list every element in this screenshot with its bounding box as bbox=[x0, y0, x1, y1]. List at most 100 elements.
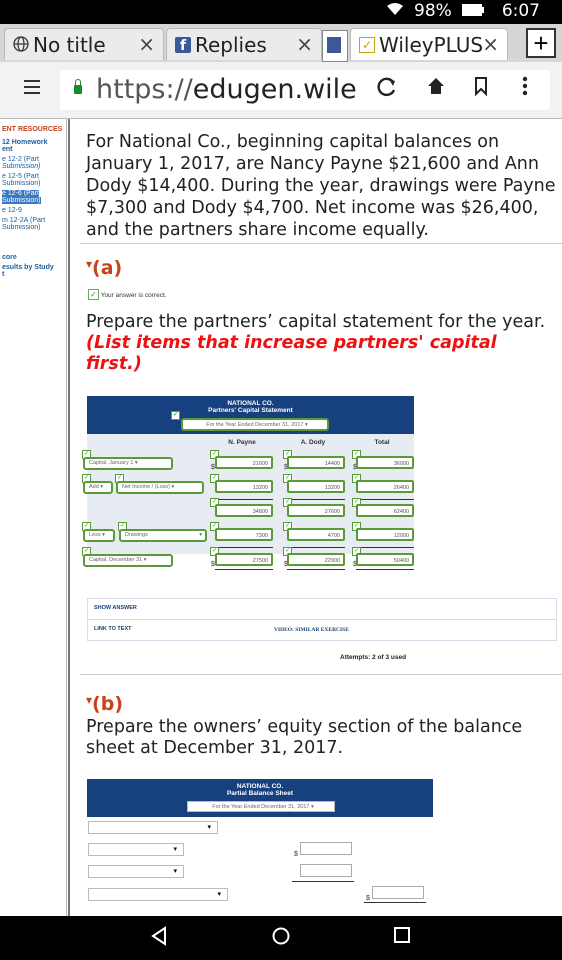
underline bbox=[356, 547, 414, 548]
link-to-text-button[interactable]: LINK TO TEXT bbox=[94, 626, 131, 632]
nav-item-e12-2[interactable]: e 12-2 (Part bbox=[2, 156, 39, 163]
dody-drawings-input[interactable]: 4700 bbox=[287, 528, 345, 541]
total-capital-jan1-input[interactable]: 36000 bbox=[356, 456, 414, 469]
company-name: NATIONAL CO. bbox=[227, 400, 274, 407]
total-subtotal-input[interactable]: 62400 bbox=[356, 504, 414, 517]
tab-label: WileyPLUS bbox=[379, 32, 484, 57]
video-similar-exercise-button[interactable]: VIDEO: SIMILAR EXERCISE bbox=[274, 627, 349, 633]
double-underline bbox=[356, 569, 414, 570]
facebook-icon: f bbox=[175, 36, 191, 54]
nav-item-e12-2-sub[interactable]: Submission) bbox=[2, 163, 41, 170]
tab-stack[interactable] bbox=[322, 30, 348, 62]
net-income-select[interactable]: Net Income / (Loss) ▾ bbox=[116, 481, 204, 494]
part-a-instruction: (List items that increase partners' capi… bbox=[86, 333, 497, 374]
payne-subtotal-input[interactable]: 34800 bbox=[215, 504, 273, 517]
home-circle-icon[interactable] bbox=[271, 926, 291, 951]
reload-icon[interactable] bbox=[376, 76, 398, 104]
problem-statement: For National Co., beginning capital bala… bbox=[86, 132, 556, 240]
underline bbox=[287, 499, 345, 500]
nav-item-e12-9[interactable]: e 12-9 bbox=[2, 207, 22, 214]
nav-item-e12-6-sub-active[interactable]: Submission) bbox=[2, 197, 41, 204]
back-icon[interactable] bbox=[150, 926, 168, 951]
show-answer-button[interactable]: SHOW ANSWER bbox=[94, 605, 137, 611]
balance-sheet-header: NATIONAL CO. Partial Balance Sheet For t… bbox=[87, 779, 433, 817]
tab-replies[interactable]: f Replies × bbox=[166, 28, 322, 60]
bookmark-icon[interactable] bbox=[474, 76, 488, 102]
dollar-sign: $ bbox=[366, 895, 370, 902]
divider bbox=[80, 674, 562, 675]
total-drawings-input[interactable]: 12000 bbox=[356, 528, 414, 541]
nav-item-results[interactable]: esults by Study bbox=[2, 264, 54, 271]
divider bbox=[80, 243, 562, 244]
column-header-payne: N. Payne bbox=[228, 439, 256, 446]
dody-capital-dec31-input[interactable]: 22900 bbox=[287, 553, 345, 566]
nav-item-e12-5[interactable]: e 12-5 (Part bbox=[2, 173, 39, 180]
total-net-income-input[interactable]: 26400 bbox=[356, 480, 414, 493]
battery-icon bbox=[461, 1, 484, 21]
capital-dec31-select[interactable]: Capital, December 31 ▾ bbox=[83, 554, 173, 567]
total-capital-dec31-input[interactable]: 50400 bbox=[356, 553, 414, 566]
part-b-prompt: Prepare the owners’ equity section of th… bbox=[86, 717, 523, 758]
part-a-prompt: Prepare the partners’ capital statement … bbox=[86, 312, 546, 374]
drawings-select[interactable]: Drawings ▾ bbox=[119, 529, 207, 542]
dody-subtotal-input[interactable]: 27600 bbox=[287, 504, 345, 517]
assignment-nav: ENT RESOURCES 12 Homework ent e 12-2 (Pa… bbox=[0, 119, 70, 916]
part-b-heading: ▾(b) bbox=[86, 693, 123, 715]
new-tab-button[interactable]: + bbox=[526, 28, 556, 58]
close-tab-icon[interactable]: × bbox=[296, 32, 313, 56]
url-text: https://edugen.wile bbox=[96, 74, 357, 105]
underline bbox=[364, 902, 426, 903]
url-field[interactable]: https://edugen.wile bbox=[60, 70, 550, 110]
column-header-dody: A. Dody bbox=[300, 439, 326, 446]
column-header-total: Total bbox=[374, 439, 390, 446]
line-item-select[interactable]: ▾ bbox=[88, 843, 184, 856]
close-tab-icon[interactable]: × bbox=[138, 32, 155, 56]
add-select[interactable]: Add ▾ bbox=[83, 481, 113, 494]
part-a-heading: ▾(a) bbox=[86, 257, 123, 279]
hamburger-menu-icon[interactable] bbox=[24, 80, 40, 98]
dollar-sign: $ bbox=[294, 851, 298, 858]
sheet-period-select[interactable]: For the Year Ended December 31, 2017 ▾ bbox=[187, 801, 335, 812]
payne-net-income-input[interactable]: 13200 bbox=[215, 480, 273, 493]
nav-item-score[interactable]: core bbox=[2, 254, 17, 261]
dody-net-income-input[interactable]: 13200 bbox=[287, 480, 345, 493]
divider bbox=[66, 119, 67, 916]
dody-capital-jan1-input[interactable]: 14400 bbox=[287, 456, 345, 469]
amount-input[interactable] bbox=[300, 842, 352, 855]
statement-header: NATIONAL CO. Partners' Capital Statement… bbox=[87, 396, 414, 434]
facebook-icon bbox=[327, 37, 341, 53]
nav-item-p12-2a[interactable]: m 12-2A (Part bbox=[2, 217, 45, 224]
tab-no-title[interactable]: No title × bbox=[4, 28, 164, 60]
payne-capital-jan1-input[interactable]: 21600 bbox=[215, 456, 273, 469]
period-select[interactable]: For the Year Ended December 31, 2017 ▾ bbox=[181, 418, 329, 431]
company-name: NATIONAL CO. bbox=[236, 783, 284, 790]
tab-wileyplus[interactable]: ✓ WileyPLUS × bbox=[350, 28, 508, 60]
nav-item-results-cont[interactable]: t bbox=[2, 271, 4, 278]
line-item-select[interactable]: ▾ bbox=[88, 865, 184, 878]
globe-icon bbox=[13, 33, 29, 57]
statement-title: Partners' Capital Statement bbox=[208, 407, 293, 414]
payne-capital-dec31-input[interactable]: 27500 bbox=[215, 553, 273, 566]
nav-item-homework[interactable]: 12 Homework bbox=[2, 139, 48, 146]
home-icon[interactable] bbox=[426, 76, 446, 102]
equity-heading-select[interactable]: ▾ bbox=[88, 821, 218, 834]
nav-item-e12-5-sub[interactable]: Submission) bbox=[2, 180, 41, 187]
battery-level: 98% bbox=[414, 1, 452, 21]
correct-message: ✓ Your answer is correct. bbox=[88, 289, 167, 300]
clock: 6:07 bbox=[501, 1, 540, 21]
double-underline bbox=[215, 569, 273, 570]
payne-drawings-input[interactable]: 7300 bbox=[215, 528, 273, 541]
nav-item-p12-2a-sub[interactable]: Submission) bbox=[2, 224, 41, 231]
amount-input[interactable] bbox=[300, 864, 352, 877]
overflow-menu-icon[interactable] bbox=[522, 76, 528, 102]
close-tab-icon[interactable]: × bbox=[482, 32, 499, 56]
row-label-select[interactable]: Capital, January 1 ▾ bbox=[83, 457, 173, 470]
total-amount-input[interactable] bbox=[372, 886, 424, 899]
recent-apps-icon[interactable] bbox=[393, 926, 411, 949]
less-select[interactable]: Less ▾ bbox=[83, 529, 115, 542]
checkmark-icon: ✓ bbox=[171, 411, 180, 420]
tab-label: No title bbox=[33, 32, 106, 57]
nav-item-e12-6-active[interactable]: e 12-6 (Part bbox=[2, 190, 39, 197]
total-line-select[interactable]: ▾ bbox=[88, 888, 228, 901]
nav-item-homework-cont[interactable]: ent bbox=[2, 146, 13, 153]
